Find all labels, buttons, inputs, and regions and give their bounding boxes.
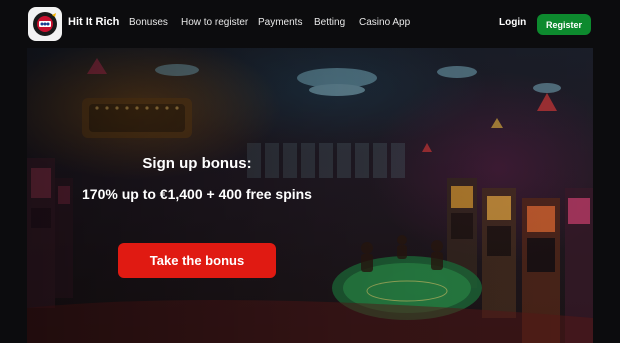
nav-how-to-register[interactable]: How to register <box>181 17 248 28</box>
nav-payments[interactable]: Payments <box>258 17 302 28</box>
brand-name[interactable]: Hit It Rich <box>68 16 119 28</box>
bonus-title: Sign up bonus: <box>142 155 252 172</box>
site-header: Hit It Rich Bonuses How to register Paym… <box>0 0 620 48</box>
nav-betting[interactable]: Betting <box>314 17 345 28</box>
login-link[interactable]: Login <box>499 17 526 28</box>
bonus-offer: 170% up to €1,400 + 400 free spins <box>82 186 312 202</box>
slot-machine-logo-icon[interactable] <box>28 7 62 41</box>
nav-casino-app[interactable]: Casino App <box>359 17 410 28</box>
take-bonus-button[interactable]: Take the bonus <box>118 243 276 278</box>
nav-bonuses[interactable]: Bonuses <box>129 17 168 28</box>
hero-banner: Sign up bonus: 170% up to €1,400 + 400 f… <box>27 48 593 343</box>
register-button[interactable]: Register <box>537 14 591 35</box>
